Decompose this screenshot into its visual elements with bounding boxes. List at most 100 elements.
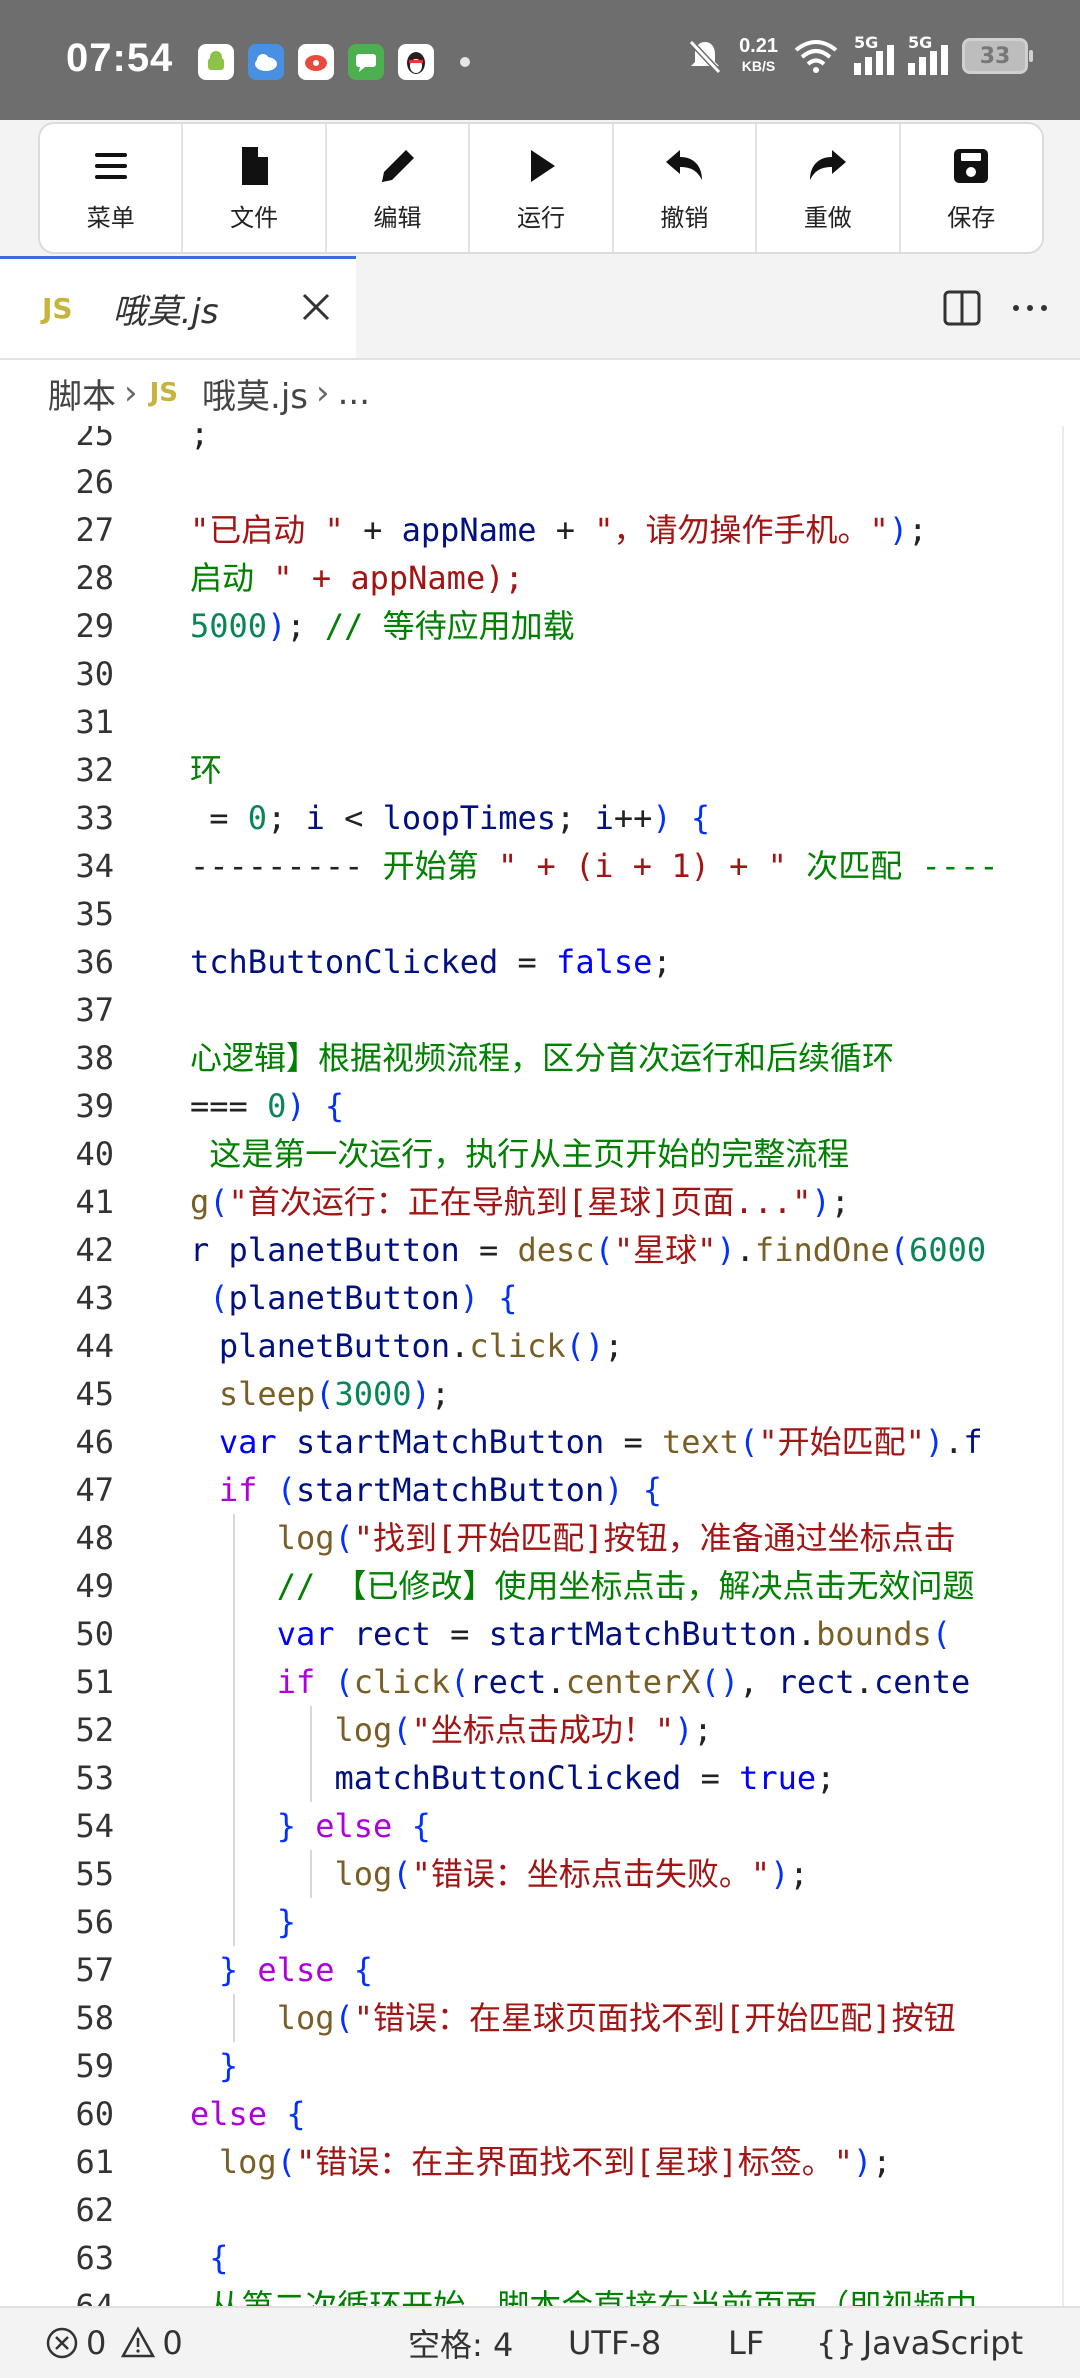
code-editor[interactable]: 25; 26 27 "已启动 " + appName + "，请勿操作手机。"); 28…: [0, 426, 1080, 2306]
code-line[interactable]: 34 --------- 开始第 " + (i + 1) + " 次匹配 ----: [0, 842, 1080, 890]
code-line[interactable]: 51 if (click(rect.centerX(), rect.cente: [0, 1658, 1080, 1706]
line-number: 45: [75, 1375, 114, 1413]
code-line[interactable]: 43 (planetButton) {: [0, 1274, 1080, 1322]
code-text: sleep(3000);: [218, 1375, 451, 1413]
braces-icon: {}: [816, 2324, 857, 2362]
indent-guide: [233, 1706, 235, 1754]
line-ending-setting[interactable]: LF: [728, 2324, 764, 2362]
line-number: 60: [75, 2095, 114, 2133]
line-number: 54: [75, 1807, 114, 1845]
code-text: === 0) {: [190, 1087, 345, 1125]
indent-guide: [310, 1850, 313, 1898]
code-line[interactable]: 40 这是第一次运行，执行从主页开始的完整流程: [0, 1130, 1080, 1178]
network-speed: 0.21 KB/S: [739, 35, 778, 74]
code-line[interactable]: 49 // 【已修改】使用坐标点击，解决点击无效问题: [0, 1562, 1080, 1610]
save-button[interactable]: 保存: [901, 124, 1042, 252]
code-line[interactable]: 31: [0, 698, 1080, 746]
code-line[interactable]: 27 "已启动 " + appName + "，请勿操作手机。");: [0, 506, 1080, 554]
more-actions-icon[interactable]: [1008, 286, 1052, 330]
code-line[interactable]: 46 var startMatchButton = text("开始匹配").f: [0, 1418, 1080, 1466]
code-line[interactable]: 25;: [0, 426, 1080, 458]
code-line[interactable]: 54 } else {: [0, 1802, 1080, 1850]
indent-guide: [233, 1802, 235, 1850]
code-line[interactable]: 57} else {: [0, 1946, 1080, 1994]
line-number: 34: [75, 847, 114, 885]
code-line[interactable]: 33 = 0; i < loopTimes; i++) {: [0, 794, 1080, 842]
code-text: 启动 " + appName);: [190, 559, 524, 597]
language-mode[interactable]: {} JavaScript: [816, 2324, 1023, 2362]
code-line[interactable]: 41 g("首次运行：正在导航到[星球]页面...");: [0, 1178, 1080, 1226]
js-file-icon: JS: [42, 292, 73, 325]
code-line[interactable]: 56}: [0, 1898, 1080, 1946]
code-text: 环: [190, 751, 223, 789]
code-line[interactable]: 58 log("错误：在星球页面找不到[开始匹配]按钮: [0, 1994, 1080, 2042]
breadcrumb-file[interactable]: 哦莫.js: [202, 369, 308, 418]
code-line[interactable]: 37: [0, 986, 1080, 1034]
play-icon: [530, 149, 555, 182]
code-line[interactable]: 64 从第二次循环开始，脚本会直接在当前页面（即视频中: [0, 2282, 1080, 2306]
code-line[interactable]: 50 var rect = startMatchButton.bounds(: [0, 1610, 1080, 1658]
redo-icon: [809, 149, 846, 180]
code-line[interactable]: 28 启动 " + appName);: [0, 554, 1080, 602]
code-line[interactable]: 30: [0, 650, 1080, 698]
code-line[interactable]: 35: [0, 890, 1080, 938]
code-line[interactable]: 47 if (startMatchButton) {: [0, 1466, 1080, 1514]
code-line[interactable]: 45 sleep(3000);: [0, 1370, 1080, 1418]
error-icon: [46, 2327, 78, 2359]
code-text: }: [276, 1903, 296, 1941]
code-line[interactable]: 59}: [0, 2042, 1080, 2090]
code-line[interactable]: 39 === 0) {: [0, 1082, 1080, 1130]
code-line[interactable]: 26: [0, 458, 1080, 506]
line-number: 41: [75, 1183, 114, 1221]
code-line[interactable]: 63 {: [0, 2234, 1080, 2282]
split-editor-icon[interactable]: [940, 286, 984, 330]
pencil-icon: [381, 149, 414, 182]
undo-button[interactable]: 撤销: [614, 124, 758, 252]
code-line[interactable]: 53 matchButtonClicked = true;: [0, 1754, 1080, 1802]
code-line[interactable]: 29 5000); // 等待应用加载: [0, 602, 1080, 650]
code-line[interactable]: 32 环: [0, 746, 1080, 794]
tab-file-active[interactable]: JS 哦莫.js: [0, 256, 356, 358]
problems-indicator[interactable]: 0 0: [44, 2324, 183, 2362]
code-line[interactable]: 44 planetButton.click();: [0, 1322, 1080, 1370]
code-text: log("错误：坐标点击失败。");: [334, 1855, 809, 1893]
line-number: 59: [75, 2047, 114, 2085]
code-line[interactable]: 62: [0, 2186, 1080, 2234]
file-button[interactable]: 文件: [183, 124, 327, 252]
js-file-icon: JS: [149, 378, 179, 408]
indent-guide: [310, 1706, 313, 1754]
more-notifications-dot: [460, 57, 470, 67]
code-line[interactable]: 38 心逻辑】根据视频流程，区分首次运行和后续循环: [0, 1034, 1080, 1082]
code-text: {: [209, 2239, 229, 2277]
save-icon: [954, 148, 989, 183]
line-number: 27: [75, 511, 114, 549]
code-line[interactable]: 60 else {: [0, 2090, 1080, 2138]
breadcrumb-root[interactable]: 脚本: [48, 369, 116, 418]
close-icon[interactable]: [296, 287, 336, 327]
menu-button[interactable]: 菜单: [40, 124, 184, 252]
code-line[interactable]: 42 r planetButton = desc("星球").findOne(60…: [0, 1226, 1080, 1274]
code-text: } else {: [276, 1807, 431, 1845]
encoding-setting[interactable]: UTF-8: [568, 2324, 661, 2362]
line-number: 25: [75, 426, 114, 453]
indentation-setting[interactable]: 空格: 4: [408, 2320, 513, 2366]
line-number: 37: [75, 991, 114, 1029]
edit-button[interactable]: 编辑: [327, 124, 471, 252]
code-line[interactable]: 55 log("错误：坐标点击失败。");: [0, 1850, 1080, 1898]
code-text: if (startMatchButton) {: [218, 1471, 662, 1509]
notification-icons: [198, 44, 470, 80]
qq-penguin-icon: [398, 44, 434, 80]
run-button[interactable]: 运行: [470, 124, 614, 252]
breadcrumb-more[interactable]: ...: [338, 373, 370, 413]
code-line[interactable]: 36 tchButtonClicked = false;: [0, 938, 1080, 986]
code-text: log("错误：在星球页面找不到[开始匹配]按钮: [276, 1999, 956, 2037]
code-line[interactable]: 52 log("坐标点击成功！");: [0, 1706, 1080, 1754]
line-number: 39: [75, 1087, 114, 1125]
editor-tabs: JS 哦莫.js: [0, 256, 1080, 360]
editor-toolbar: 菜单 文件 编辑 运行 撤销 重做 保存: [38, 122, 1044, 254]
code-text: --------- 开始第 " + (i + 1) + " 次匹配 ----: [190, 847, 999, 885]
code-line[interactable]: 48 log("找到[开始匹配]按钮，准备通过坐标点击: [0, 1514, 1080, 1562]
code-line[interactable]: 61 log("错误：在主界面找不到[星球]标签。");: [0, 2138, 1080, 2186]
redo-button[interactable]: 重做: [757, 124, 901, 252]
file-icon: [242, 146, 269, 185]
